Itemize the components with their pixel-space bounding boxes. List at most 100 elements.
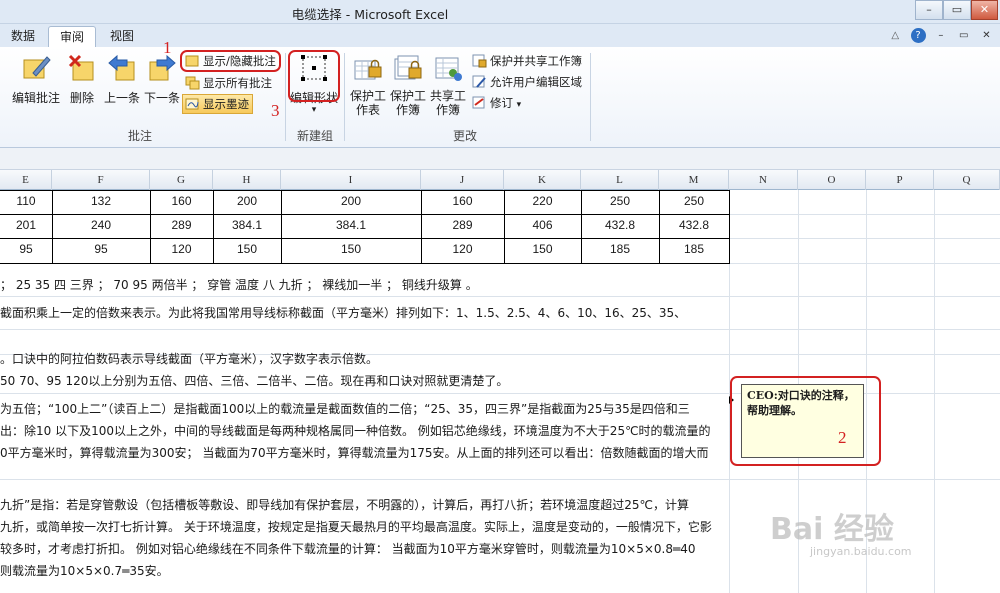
text-line[interactable]: 0平方毫米时，算得载流量为300安； 当截面为70平方毫米时，算得载流量为175… xyxy=(0,444,726,461)
show-all-comments-icon xyxy=(185,76,200,90)
group-separator xyxy=(590,53,591,141)
highlight-box-3 xyxy=(288,50,340,102)
text-line[interactable]: 。口诀中的阿拉伯数码表示导线截面（平方毫米），汉字数字表示倍数。 xyxy=(0,350,726,367)
table-cell[interactable]: 220 xyxy=(504,190,581,215)
table-cell[interactable]: 201 xyxy=(0,214,52,239)
table-cell[interactable]: 432.8 xyxy=(581,214,659,239)
close-button[interactable]: ✕ xyxy=(971,0,998,20)
column-header[interactable]: N xyxy=(729,170,798,190)
formula-bar[interactable] xyxy=(0,148,1000,170)
grid-line xyxy=(934,190,935,593)
table-cell[interactable]: 250 xyxy=(581,190,659,215)
workbook-minimize-icon[interactable]: – xyxy=(933,28,948,43)
table-cell[interactable]: 289 xyxy=(421,214,504,239)
table-cell[interactable]: 120 xyxy=(150,238,213,263)
row-line xyxy=(0,479,1000,480)
table-cell[interactable]: 150 xyxy=(504,238,581,263)
allow-edit-icon xyxy=(472,75,486,88)
protect-sheet-icon xyxy=(354,59,382,80)
highlight-box-1 xyxy=(180,50,281,72)
allow-users-edit-button[interactable]: 允许用户编辑区域 xyxy=(470,73,585,93)
minimize-button[interactable]: – xyxy=(915,0,943,20)
share-workbook-button[interactable]: 共享工作簿 xyxy=(428,53,468,117)
ribbon-tabs: 数据 审阅 视图 △ ? – ▭ ✕ xyxy=(0,24,1000,47)
text-line[interactable]: 九折，或简单按一次打七折计算。 关于环境温度，按规定是指夏天最热月的平均最高温度… xyxy=(0,518,726,535)
delete-comment-button[interactable]: 删除 xyxy=(66,53,98,106)
table-cell[interactable]: 406 xyxy=(504,214,581,239)
tab-view[interactable]: 视图 xyxy=(102,26,142,47)
table-cell[interactable]: 384.1 xyxy=(281,214,421,239)
annotation-number-3: 3 xyxy=(271,101,280,120)
text-line[interactable]: 截面积乘上一定的倍数来表示。为此将我国常用导线标称截面（平方毫米）排列如下：1、… xyxy=(0,304,726,321)
table-cell[interactable]: 185 xyxy=(659,238,729,263)
table-cell[interactable]: 95 xyxy=(0,238,52,263)
table-cell[interactable]: 132 xyxy=(52,190,150,215)
title-bar: 电缆选择 - Microsoft Excel – ▭ ✕ xyxy=(0,0,1000,24)
protect-workbook-button[interactable]: 保护工作簿 xyxy=(388,53,428,117)
text-line[interactable]: ； 25 35 四 三界 ； 70 95 两倍半 ； 穿管 温度 八 九折 ； … xyxy=(0,276,726,293)
annotation-number-1: 1 xyxy=(163,38,172,57)
protect-sheet-button[interactable]: 保护工作表 xyxy=(348,53,388,117)
table-cell[interactable]: 200 xyxy=(213,190,281,215)
column-header[interactable]: G xyxy=(150,170,213,190)
annotation-number-2: 2 xyxy=(838,428,847,447)
delete-comment-icon xyxy=(68,54,94,81)
column-header[interactable]: I xyxy=(281,170,421,190)
track-changes-icon xyxy=(472,96,485,109)
table-cell[interactable]: 150 xyxy=(281,238,421,263)
column-header[interactable]: F xyxy=(52,170,150,190)
text-line[interactable]: 则载流量为10×5×0.7═35安。 xyxy=(0,562,726,579)
table-cell[interactable]: 150 xyxy=(213,238,281,263)
previous-comment-button[interactable]: 上一条 xyxy=(103,53,141,106)
baidu-watermark: Bai 经验 xyxy=(770,512,894,547)
window-title: 电缆选择 - Microsoft Excel xyxy=(291,7,449,22)
table-cell[interactable]: 250 xyxy=(659,190,729,215)
table-cell[interactable]: 185 xyxy=(581,238,659,263)
table-cell[interactable]: 160 xyxy=(150,190,213,215)
track-changes-button[interactable]: 修订 ▾ xyxy=(470,94,530,114)
protect-and-share-button[interactable]: 保护并共享工作簿 xyxy=(470,52,585,72)
table-cell[interactable]: 95 xyxy=(52,238,150,263)
column-header[interactable]: E xyxy=(0,170,52,190)
column-header[interactable]: O xyxy=(798,170,866,190)
workbook-restore-icon[interactable]: ▭ xyxy=(956,28,971,43)
column-header[interactable]: M xyxy=(659,170,729,190)
column-header[interactable]: P xyxy=(866,170,934,190)
text-line[interactable]: 为五倍；“100上二”（读百上二）是指截面100以上的载流量是截面数值的二倍；“… xyxy=(0,400,726,417)
protect-share-icon xyxy=(472,54,487,68)
table-border xyxy=(0,263,730,264)
table-cell[interactable]: 240 xyxy=(52,214,150,239)
column-header[interactable]: L xyxy=(581,170,659,190)
edit-comment-icon xyxy=(23,56,51,79)
text-line[interactable]: 出：除10 以下及100以上之外，中间的导线截面是每两种规格属同一种倍数。 例如… xyxy=(0,422,726,439)
column-header[interactable]: H xyxy=(213,170,281,190)
table-cell[interactable]: 289 xyxy=(150,214,213,239)
comments-group-label: 批注 xyxy=(127,129,152,143)
baidu-watermark-url: jingyan.baidu.com xyxy=(810,545,912,558)
row-line xyxy=(0,296,1000,297)
tab-review[interactable]: 审阅 xyxy=(48,26,96,47)
show-all-comments-button[interactable]: 显示所有批注 xyxy=(183,74,278,94)
text-line[interactable]: 九折”是指：若是穿管敷设（包括槽板等敷设、即导线加有保护套层，不明露的），计算后… xyxy=(0,496,726,513)
changes-group-label: 更改 xyxy=(452,129,477,143)
column-header[interactable]: J xyxy=(421,170,504,190)
next-comment-button[interactable]: 下一条 xyxy=(143,53,181,106)
text-line[interactable]: 较多时，才考虑打折扣。 例如对铝心绝缘线在不同条件下载流量的计算： 当截面为10… xyxy=(0,540,726,557)
table-cell[interactable]: 110 xyxy=(0,190,52,215)
text-line[interactable]: 50 70、95 120以上分别为五倍、四倍、三倍、二倍半、二倍。现在再和口诀对… xyxy=(0,372,726,389)
workbook-close-icon[interactable]: ✕ xyxy=(979,28,994,43)
group-separator xyxy=(344,53,345,141)
column-header[interactable]: Q xyxy=(934,170,1000,190)
table-cell[interactable]: 432.8 xyxy=(659,214,729,239)
table-cell[interactable]: 200 xyxy=(281,190,421,215)
table-cell[interactable]: 120 xyxy=(421,238,504,263)
show-ink-button[interactable]: 显示墨迹 xyxy=(182,94,253,114)
collapse-ribbon-icon[interactable]: △ xyxy=(888,28,903,43)
edit-comment-button[interactable]: 编辑批注 xyxy=(12,53,60,106)
table-cell[interactable]: 384.1 xyxy=(213,214,281,239)
tab-data[interactable]: 数据 xyxy=(6,26,40,47)
table-cell[interactable]: 160 xyxy=(421,190,504,215)
column-header[interactable]: K xyxy=(504,170,581,190)
restore-button[interactable]: ▭ xyxy=(943,0,971,20)
help-icon[interactable]: ? xyxy=(910,28,926,43)
